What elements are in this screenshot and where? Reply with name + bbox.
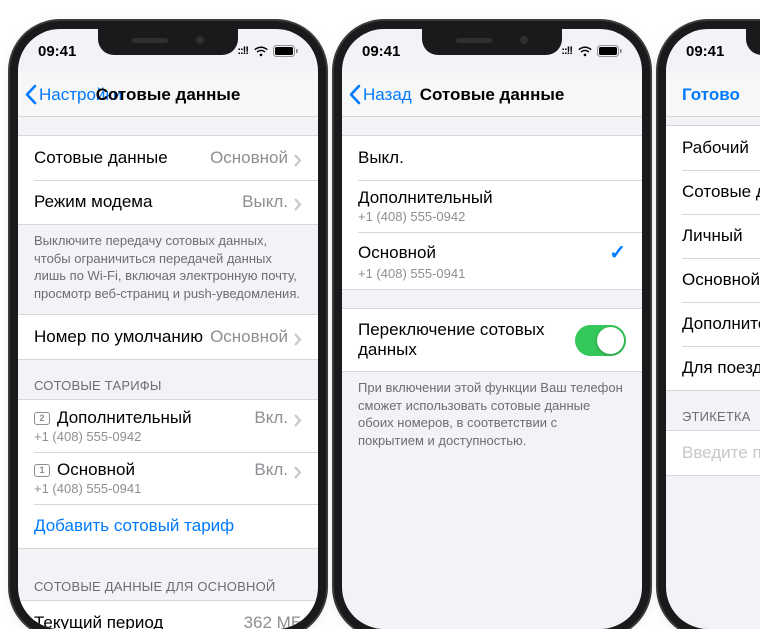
label-text: Основной <box>682 270 760 290</box>
sim-slot-icon: 2 <box>34 412 50 425</box>
label-text: Дополнительный <box>682 314 760 334</box>
chevron-right-icon <box>294 412 302 425</box>
scroll-area[interactable]: Сотовые данные Основной Режим модема Вык… <box>18 117 318 629</box>
label-option-cellular-data[interactable]: Сотовые данные <box>666 170 760 214</box>
signal-icon: ::!! <box>561 45 572 57</box>
plan-primary-row[interactable]: 1 Основной Вкл. +1 (408) 555-0941 <box>18 452 318 504</box>
option-secondary[interactable]: Дополнительный +1 (408) 555-0942 <box>342 180 642 232</box>
wifi-icon <box>577 45 593 57</box>
plan-title: Дополнительный <box>57 408 254 428</box>
wifi-icon <box>253 45 269 57</box>
chevron-right-icon <box>294 196 302 209</box>
plan-title: Основной <box>57 460 254 480</box>
label-option-primary[interactable]: Основной <box>666 258 760 302</box>
hotspot-row[interactable]: Режим модема Выкл. <box>18 180 318 224</box>
scroll-area[interactable]: Рабочий Сотовые данные Личный Основной Д… <box>666 117 760 629</box>
sim-slot-icon: 1 <box>34 464 50 477</box>
back-label: Назад <box>363 85 412 105</box>
cellular-data-value: Основной <box>210 148 288 168</box>
notch <box>98 29 238 55</box>
default-number-label: Номер по умолчанию <box>34 327 210 347</box>
done-button[interactable]: Готово <box>666 85 740 105</box>
option-number: +1 (408) 555-0942 <box>358 209 626 224</box>
plans-header: СОТОВЫЕ ТАРИФЫ <box>18 360 318 399</box>
data-switching-label: Переключение сотовых данных <box>358 320 575 360</box>
add-plan-row[interactable]: Добавить сотовый тариф <box>18 504 318 548</box>
current-period-label: Текущий период <box>34 613 244 629</box>
option-primary[interactable]: Основной ✓ +1 (408) 555-0941 <box>342 232 642 289</box>
option-title: Основной <box>358 243 609 263</box>
label-option-personal[interactable]: Личный <box>666 214 760 258</box>
chevron-right-icon <box>294 331 302 344</box>
label-text: Сотовые данные <box>682 182 760 202</box>
label-text: Рабочий <box>682 138 760 158</box>
cellular-data-row[interactable]: Сотовые данные Основной <box>18 136 318 180</box>
data-switching-help: При включении этой функции Ваш телефон с… <box>342 372 642 453</box>
custom-label-input[interactable]: Введите подпись <box>666 431 760 475</box>
option-title: Дополнительный <box>358 188 626 208</box>
option-off-label: Выкл. <box>358 148 626 168</box>
statusbar-time: 09:41 <box>362 43 416 60</box>
signal-icon: ::!! <box>237 45 248 57</box>
chevron-left-icon <box>348 84 361 105</box>
nav-bar: Готово +1 (40 <box>666 73 760 117</box>
current-period-row[interactable]: Текущий период 362 МБ <box>18 601 318 629</box>
option-number: +1 (408) 555-0941 <box>358 266 626 281</box>
cellular-help-text: Выключите передачу сотовых данных, чтобы… <box>18 225 318 306</box>
phone-cellular-data-picker: 09:41 ::!! Назад Сотовые данные Выкл. До <box>342 29 642 629</box>
back-button[interactable]: Назад <box>342 84 412 105</box>
status-indicators: ::!! <box>561 45 622 57</box>
cellular-data-label: Сотовые данные <box>34 148 210 168</box>
plan-secondary-row[interactable]: 2 Дополнительный Вкл. +1 (408) 555-0942 <box>18 400 318 452</box>
add-plan-label: Добавить сотовый тариф <box>34 516 234 536</box>
label-option-travel[interactable]: Для поездок <box>666 346 760 390</box>
hotspot-value: Выкл. <box>242 192 288 212</box>
battery-icon <box>273 45 298 57</box>
default-number-row[interactable]: Номер по умолчанию Основной <box>18 315 318 359</box>
back-button[interactable]: Настройки <box>18 84 122 105</box>
label-text: Для поездок <box>682 358 760 378</box>
back-label: Настройки <box>39 85 122 105</box>
phone-label-picker: 09:41 Готово +1 (40 Рабочий Сотовые данн… <box>666 29 760 629</box>
battery-icon <box>597 45 622 57</box>
chevron-right-icon <box>294 152 302 165</box>
statusbar-time: 09:41 <box>38 43 92 60</box>
default-number-value: Основной <box>210 327 288 347</box>
usage-header: СОТОВЫЕ ДАННЫЕ ДЛЯ ОСНОВНОЙ <box>18 549 318 600</box>
scroll-area[interactable]: Выкл. Дополнительный +1 (408) 555-0942 О… <box>342 117 642 629</box>
chevron-right-icon <box>294 464 302 477</box>
label-option-secondary[interactable]: Дополнительный <box>666 302 760 346</box>
plan-number: +1 (408) 555-0941 <box>34 481 302 496</box>
label-text: Личный <box>682 226 760 246</box>
custom-label-placeholder: Введите подпись <box>682 443 760 463</box>
plan-value: Вкл. <box>254 460 288 480</box>
status-indicators: ::!! <box>237 45 298 57</box>
chevron-left-icon <box>24 84 37 105</box>
statusbar-time: 09:41 <box>686 43 740 60</box>
checkmark-icon: ✓ <box>609 240 626 265</box>
data-switching-toggle[interactable] <box>575 325 626 356</box>
option-off[interactable]: Выкл. <box>342 136 642 180</box>
notch <box>422 29 562 55</box>
plan-number: +1 (408) 555-0942 <box>34 429 302 444</box>
hotspot-label: Режим модема <box>34 192 242 212</box>
nav-bar: Назад Сотовые данные <box>342 73 642 117</box>
current-period-value: 362 МБ <box>244 613 302 629</box>
nav-bar: Настройки Сотовые данные <box>18 73 318 117</box>
phone-cellular-settings: 09:41 ::!! Настройки Сотовые данные Сото… <box>18 29 318 629</box>
tag-header: ЭТИКЕТКА <box>666 391 760 430</box>
plan-value: Вкл. <box>254 408 288 428</box>
data-switching-row[interactable]: Переключение сотовых данных <box>342 309 642 371</box>
label-option-work[interactable]: Рабочий <box>666 126 760 170</box>
